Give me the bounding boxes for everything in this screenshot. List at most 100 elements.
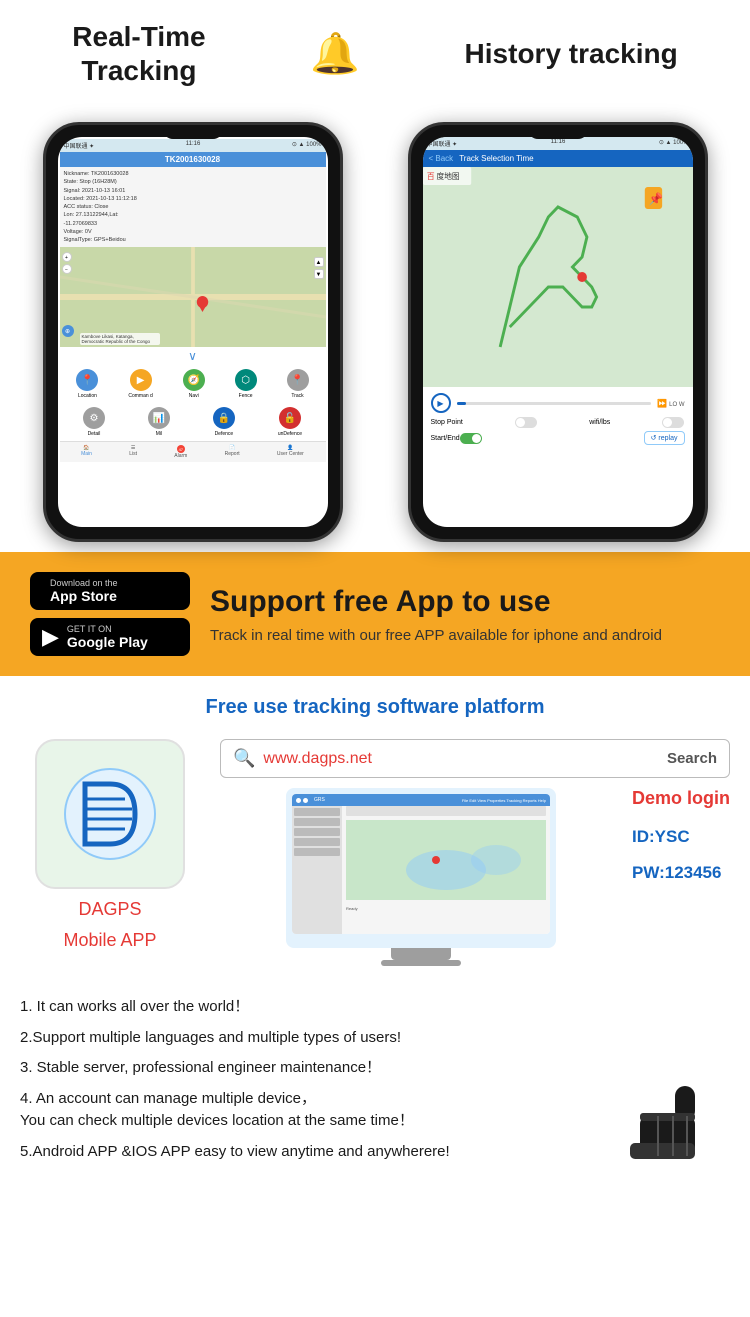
bell-icon: 🔔 [310, 30, 360, 77]
left-nav-icons-row2: ⚙ Detail 📊 Mil 🔒 Defence 🔓 unDefence [60, 403, 326, 441]
dagps-label: DAGPS [78, 899, 141, 920]
monitor-stand [391, 948, 451, 960]
svg-text:度地图: 度地图 [436, 171, 459, 181]
google-play-small-text: GET IT ON [67, 624, 148, 634]
left-bottom-bar: 🏠Main ☰List 47 Alarm 📄Report 👤User Cente… [60, 441, 326, 462]
left-phone-frame: 中国联通 ✦ 11:16 ⊙ ▲ 100% TK2001630028 Nickn… [43, 122, 343, 542]
nav-fence[interactable]: ⬡ Fence [235, 369, 257, 399]
nav-fence-label: Fence [239, 393, 253, 399]
thumbs-up-icon [610, 996, 730, 1171]
left-status-left: 中国联通 ✦ [64, 141, 95, 150]
wifi-lbs-label: wifi/lbs [589, 419, 610, 426]
bottom-user-center[interactable]: 👤User Center [277, 445, 304, 459]
bottom-main[interactable]: 🏠Main [81, 445, 92, 459]
right-status-right: ⊙ ▲ 100% [659, 139, 689, 148]
grs-sidebar-item-2 [294, 818, 340, 826]
history-title: History tracking [465, 38, 678, 70]
right-status-time: 11:16 [551, 139, 566, 148]
grs-sidebar-item-1 [294, 808, 340, 816]
bottom-list[interactable]: ☰List [129, 445, 137, 459]
bottom-alarm[interactable]: 47 Alarm [174, 445, 187, 459]
monitor-block: GRS File Edit View Properties Tracking R… [220, 788, 730, 966]
right-phone-map: 百 度地图 📌 [423, 167, 693, 387]
top-titles: Real-Time Tracking 🔔 History tracking [20, 20, 730, 87]
left-phone-content: 中国联通 ✦ 11:16 ⊙ ▲ 100% TK2001630028 Nickn… [58, 137, 328, 464]
monitor-screen-inner: GRS File Edit View Properties Tracking R… [292, 794, 550, 934]
nav-undefence-icon: 🔓 [279, 407, 301, 429]
left-phone-info: Nickname: TK2001630028 State: Stop (16H2… [60, 167, 326, 247]
feature-item-4: 4. An account can manage multiple device… [20, 1088, 590, 1133]
nav-navi-icon: 🧭 [183, 369, 205, 391]
feature-item-1: 1. It can works all over the world！ [20, 996, 590, 1019]
nav-track[interactable]: 📍 Track [287, 369, 309, 399]
app-store-button[interactable]: Download on the App Store [30, 572, 190, 610]
left-status-right: ⊙ ▲ 100% [292, 141, 322, 150]
stop-point-row: Stop Point wifi/lbs [431, 417, 685, 428]
stop-point-label: Stop Point [431, 419, 463, 426]
monitor-base [381, 960, 461, 966]
nav-track-icon: 📍 [287, 369, 309, 391]
wifi-lbs-toggle[interactable] [662, 417, 684, 428]
info-signal-type: SignalType: GPS+Beidou [64, 236, 322, 244]
play-button[interactable]: ▶ [431, 393, 451, 413]
replay-controls: ▶ ⏩ LO W Stop Point wifi/lbs [423, 387, 693, 454]
features-list: 1. It can works all over the world！ 2.Su… [20, 996, 590, 1171]
replay-button[interactable]: ↺ replay [644, 431, 685, 445]
nav-track-label: Track [291, 393, 303, 399]
feature-item-5: 5.Android APP &IOS APP easy to view anyt… [20, 1141, 590, 1164]
info-acc: ACC status: Close [64, 203, 322, 211]
left-nav-icons-row1: 📍 Location ▶ Comman d 🧭 Navi ⬡ Fence [60, 365, 326, 403]
feature-item-3: 3. Stable server, professional engineer … [20, 1057, 590, 1080]
google-play-button[interactable]: ▶ GET IT ON Google Play [30, 618, 190, 656]
nav-mil-label: Mil [156, 431, 162, 437]
nav-navi[interactable]: 🧭 Navi [183, 369, 205, 399]
nav-command[interactable]: ▶ Comman d [128, 369, 152, 399]
search-bar: 🔍 Search [220, 739, 730, 778]
info-lon: Lon: 27.13122944,Lat: [64, 211, 322, 219]
nav-command-icon: ▶ [130, 369, 152, 391]
right-status-left: 中国联通 ✦ [427, 139, 458, 148]
grs-dot-2 [303, 798, 308, 803]
nav-location[interactable]: 📍 Location [76, 369, 98, 399]
android-icon: ▶ [42, 624, 59, 650]
nav-mil-icon: 📊 [148, 407, 170, 429]
nav-mil[interactable]: 📊 Mil [148, 407, 170, 437]
top-section: Real-Time Tracking 🔔 History tracking [0, 0, 750, 112]
nav-defence-icon: 🔒 [213, 407, 235, 429]
search-button[interactable]: Search [667, 750, 717, 767]
chevron-down-icon: ∨ [60, 347, 326, 365]
right-platform: 🔍 Search GRS [220, 739, 730, 966]
mobile-app-label: Mobile APP [63, 930, 156, 951]
app-store-section: Download on the App Store ▶ GET IT ON Go… [0, 552, 750, 676]
mobile-app-block: DAGPS Mobile APP [20, 739, 200, 951]
back-button[interactable]: < Back [429, 154, 454, 163]
feature-item-2: 2.Support multiple languages and multipl… [20, 1027, 590, 1050]
grs-map [346, 820, 546, 900]
nav-detail-label: Detail [88, 431, 101, 437]
grs-menu: File Edit View Properties Tracking Repor… [462, 798, 546, 803]
search-url-input[interactable] [263, 750, 667, 768]
nav-undefence[interactable]: 🔓 unDefence [278, 407, 302, 437]
demo-login-block: Demo login ID:YSC PW:123456 [632, 788, 730, 883]
svg-text:📌: 📌 [648, 191, 663, 206]
monitor-wrapper: GRS File Edit View Properties Tracking R… [220, 788, 622, 966]
stop-point-toggle[interactable] [515, 417, 537, 428]
nav-defence[interactable]: 🔒 Defence [213, 407, 235, 437]
nav-command-label: Comman d [128, 393, 152, 399]
nav-detail[interactable]: ⚙ Detail [83, 407, 105, 437]
start-end-toggle[interactable] [460, 433, 482, 444]
nav-defence-label: Defence [215, 431, 234, 437]
start-end-row: Start/End ↺ replay [431, 431, 685, 445]
grs-sidebar-item-5 [294, 848, 340, 856]
left-phone-screen: 中国联通 ✦ 11:16 ⊙ ▲ 100% TK2001630028 Nickn… [58, 137, 328, 527]
grs-toolbar [346, 806, 546, 816]
grs-body: Ready [292, 806, 550, 934]
demo-login-title: Demo login [632, 788, 730, 809]
right-phone-header: < Back Track Selection Time [423, 150, 693, 167]
bottom-report[interactable]: 📄Report [225, 445, 240, 459]
left-phone-notch [163, 125, 223, 139]
right-phone-screen: 中国联通 ✦ 11:16 ⊙ ▲ 100% < Back Track Selec… [423, 137, 693, 527]
app-store-main-text: Support free App to use [210, 585, 720, 619]
platform-section: Free use tracking software platform DAGP… [0, 676, 750, 986]
platform-content: DAGPS Mobile APP 🔍 Search [20, 739, 730, 966]
